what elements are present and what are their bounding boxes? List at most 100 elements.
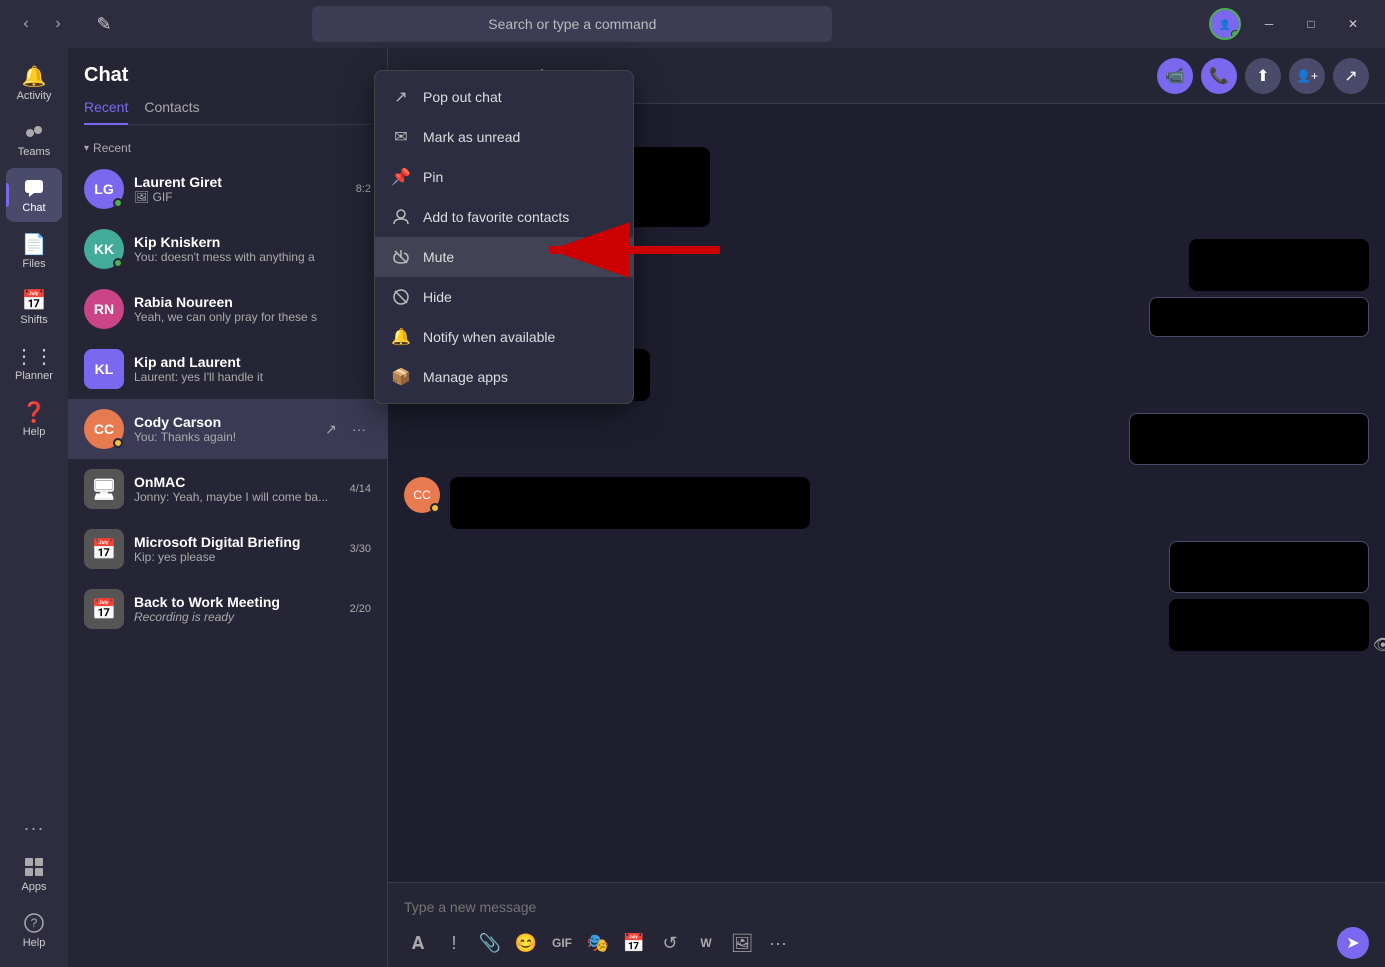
nav-controls: ‹ › xyxy=(12,10,72,38)
send-button[interactable]: ➤ xyxy=(1337,927,1369,959)
sidebar-label-planner: Planner xyxy=(15,370,53,382)
redacted-bubble-4 xyxy=(1169,541,1369,593)
loop-button[interactable]: ↺ xyxy=(656,929,684,957)
sidebar-more-dots[interactable]: ··· xyxy=(16,810,53,847)
format-text-button[interactable]: 𝐀 xyxy=(404,929,432,957)
sidebar-item-files[interactable]: 📄 Files xyxy=(6,224,62,278)
chat-preview-kipandlaurent: Laurent: yes I'll handle it xyxy=(134,370,371,384)
minimize-button[interactable]: ─ xyxy=(1249,10,1289,38)
popout-menu-icon: ↗ xyxy=(391,87,411,107)
chat-item-cody[interactable]: CC Cody Carson You: Thanks again! ↗ ··· xyxy=(68,399,387,459)
menu-item-mute[interactable]: Mute xyxy=(375,237,633,277)
sidebar-item-activity[interactable]: 🔔 Activity xyxy=(6,56,62,110)
menu-item-popout[interactable]: ↗ Pop out chat xyxy=(375,77,633,117)
chat-item-kipandlaurent[interactable]: KL Kip and Laurent Laurent: yes I'll han… xyxy=(68,339,387,399)
back-button[interactable]: ‹ xyxy=(12,10,40,38)
chat-item-onmac[interactable]: 🖥 OnMAC Jonny: Yeah, maybe I will come b… xyxy=(68,459,387,519)
maximize-button[interactable]: □ xyxy=(1291,10,1331,38)
chat-list-title: Chat xyxy=(84,64,371,87)
notify-menu-icon: 🔔 xyxy=(391,327,411,347)
more-tools-button[interactable]: ··· xyxy=(764,929,792,957)
word-button[interactable]: W xyxy=(692,929,720,957)
menu-item-notify[interactable]: 🔔 Notify when available xyxy=(375,317,633,357)
sidebar-item-help[interactable]: ? Help xyxy=(6,903,62,957)
chat-list-header: Chat Recent Contacts xyxy=(68,48,387,133)
context-menu: ↗ Pop out chat ✉ Mark as unread 📌 Pin Ad… xyxy=(374,70,634,404)
share-screen-button[interactable]: ⬆ xyxy=(1245,58,1281,94)
audio-call-button[interactable]: 📞 xyxy=(1201,58,1237,94)
chat-info-cody: Cody Carson You: Thanks again! xyxy=(134,414,309,444)
popout-chat-button[interactable]: ↗ xyxy=(319,417,343,441)
tab-recent[interactable]: Recent xyxy=(84,99,128,125)
chat-name-kipandlaurent: Kip and Laurent xyxy=(134,354,371,370)
chat-item-kip[interactable]: KK Kip Kniskern You: doesn't mess with a… xyxy=(68,219,387,279)
chat-info-kipandlaurent: Kip and Laurent Laurent: yes I'll handle… xyxy=(134,354,371,384)
sidebar-label-help-mid: Help xyxy=(23,426,46,438)
chat-name-backtowork: Back to Work Meeting xyxy=(134,594,340,610)
chat-icon xyxy=(22,176,46,200)
message-row-right-2 xyxy=(404,413,1369,465)
mute-menu-icon xyxy=(391,247,411,267)
menu-item-unread[interactable]: ✉ Mark as unread xyxy=(375,117,633,157)
chat-preview-msdigital: Kip: yes please xyxy=(134,550,340,564)
message-input[interactable] xyxy=(404,895,1369,919)
sidebar-item-shifts[interactable]: 📅 Shifts xyxy=(6,280,62,334)
menu-item-pin[interactable]: 📌 Pin xyxy=(375,157,633,197)
sidebar-label-apps: Apps xyxy=(21,881,46,893)
menu-item-manageapps[interactable]: 📦 Manage apps xyxy=(375,357,633,397)
msg-avatar-3: CC xyxy=(404,477,440,513)
status-yellow-cody xyxy=(113,438,123,448)
forward-button[interactable]: › xyxy=(44,10,72,38)
popout-button[interactable]: ↗ xyxy=(1333,58,1369,94)
chat-item-backtowork[interactable]: 📅 Back to Work Meeting Recording is read… xyxy=(68,579,387,639)
video-call-button[interactable]: 📹 xyxy=(1157,58,1193,94)
chat-item-laurent[interactable]: LG Laurent Giret 🖼 GIF 8:2 xyxy=(68,159,387,219)
sidebar-item-teams[interactable]: Teams xyxy=(6,112,62,166)
sticker-button[interactable]: 🎭 xyxy=(584,929,612,957)
add-person-button[interactable]: 👤+ xyxy=(1289,58,1325,94)
chat-meta-laurent: 8:2 xyxy=(356,183,371,195)
chat-info-rabia: Rabia Noureen Yeah, we can only pray for… xyxy=(134,294,371,324)
sidebar-item-apps[interactable]: Apps xyxy=(6,847,62,901)
shifts-icon: 📅 xyxy=(22,288,46,312)
favorite-menu-icon xyxy=(391,207,411,227)
teams-icon xyxy=(22,120,46,144)
attach-button[interactable]: 📎 xyxy=(476,929,504,957)
emoji-button[interactable]: 😊 xyxy=(512,929,540,957)
menu-item-hide[interactable]: Hide xyxy=(375,277,633,317)
gif-button[interactable]: GIF xyxy=(548,929,576,957)
title-bar-right: 👤 ─ □ ✕ xyxy=(1209,8,1373,40)
chat-list-tabs: Recent Contacts xyxy=(84,99,371,125)
files-icon: 📄 xyxy=(22,232,46,256)
help-icon: ? xyxy=(22,911,46,935)
chat-actions-cody: ↗ ··· xyxy=(319,417,371,441)
search-input[interactable] xyxy=(312,6,832,42)
avatar-rabia: RN xyxy=(84,289,124,329)
sidebar-label-shifts: Shifts xyxy=(20,314,48,326)
compose-button[interactable]: ✎ xyxy=(88,8,120,40)
header-action-buttons: 📹 📞 ⬆ 👤+ ↗ xyxy=(1157,58,1369,94)
image-button[interactable]: 🖼 xyxy=(728,929,756,957)
active-indicator xyxy=(6,183,9,207)
chat-item-msdigital[interactable]: 📅 Microsoft Digital Briefing Kip: yes pl… xyxy=(68,519,387,579)
chat-item-rabia[interactable]: RN Rabia Noureen Yeah, we can only pray … xyxy=(68,279,387,339)
status-online xyxy=(113,198,123,208)
close-button[interactable]: ✕ xyxy=(1333,10,1373,38)
recent-arrow-icon: ▾ xyxy=(84,143,89,154)
chat-meta-msdigital: 3/30 xyxy=(350,543,371,555)
important-button[interactable]: ! xyxy=(440,929,468,957)
schedule-button[interactable]: 📅 xyxy=(620,929,648,957)
sidebar-item-help-mid[interactable]: ❓ Help xyxy=(6,392,62,446)
sidebar-item-planner[interactable]: ⋮⋮ Planner xyxy=(6,336,62,390)
user-avatar[interactable]: 👤 xyxy=(1209,8,1241,40)
chat-preview-onmac: Jonny: Yeah, maybe I will come ba... xyxy=(134,490,340,504)
chat-name-kip: Kip Kniskern xyxy=(134,234,371,250)
menu-item-favorite[interactable]: Add to favorite contacts xyxy=(375,197,633,237)
chat-info-onmac: OnMAC Jonny: Yeah, maybe I will come ba.… xyxy=(134,474,340,504)
more-options-button[interactable]: ··· xyxy=(347,417,371,441)
title-bar: ‹ › ✎ 👤 ─ □ ✕ xyxy=(0,0,1385,48)
hide-menu-icon xyxy=(391,287,411,307)
sidebar-item-chat[interactable]: Chat xyxy=(6,168,62,222)
chat-name-laurent: Laurent Giret xyxy=(134,174,346,190)
tab-contacts[interactable]: Contacts xyxy=(144,99,199,125)
